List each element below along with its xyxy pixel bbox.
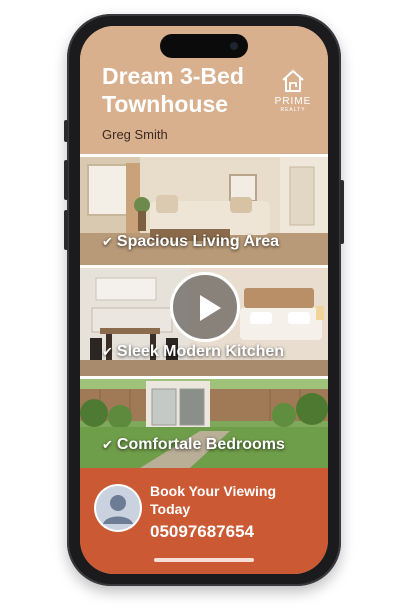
camera-icon bbox=[230, 42, 238, 50]
checkmark-icon: ✔ bbox=[102, 344, 113, 359]
brand-logo: PRIME REALTY bbox=[268, 68, 318, 113]
power-button bbox=[340, 180, 344, 244]
play-icon bbox=[200, 295, 221, 321]
feature-caption: ✔ Spacious Living Area bbox=[102, 233, 279, 251]
feature-label: Comfortale Bedrooms bbox=[116, 436, 285, 453]
photo-living-room[interactable]: ✔ Spacious Living Area bbox=[80, 157, 328, 266]
listing-title: Dream 3-Bed Townhouse bbox=[102, 63, 244, 117]
feature-label: Spacious Living Area bbox=[116, 233, 280, 250]
garden-image bbox=[80, 379, 328, 468]
feature-label: Sleek Modern Kitchen bbox=[116, 343, 285, 360]
user-avatar-icon bbox=[94, 484, 142, 532]
home-indicator[interactable] bbox=[154, 558, 254, 562]
logo-tagline: REALTY bbox=[280, 107, 306, 113]
contact-footer: Book Your Viewing Today 05097687654 bbox=[80, 468, 328, 574]
checkmark-icon: ✔ bbox=[102, 234, 113, 249]
feature-caption: ✔ Sleek Modern Kitchen bbox=[102, 343, 284, 361]
volume-up-button bbox=[64, 160, 68, 200]
phone-number-link[interactable]: 05097687654 bbox=[150, 522, 254, 542]
feature-caption: ✔ Comfortale Bedrooms bbox=[102, 436, 285, 454]
checkmark-icon: ✔ bbox=[102, 437, 113, 452]
agent-name: Greg Smith bbox=[102, 127, 168, 142]
book-viewing-cta[interactable]: Book Your Viewing Today bbox=[150, 482, 320, 518]
phone-screen: Dream 3-Bed Townhouse Greg Smith PRIME R… bbox=[80, 26, 328, 574]
house-icon bbox=[282, 69, 304, 92]
photo-garden[interactable]: ✔ Comfortale Bedrooms bbox=[80, 379, 328, 468]
volume-down-button bbox=[64, 210, 68, 250]
dynamic-island bbox=[160, 34, 248, 58]
logo-name: PRIME bbox=[274, 96, 312, 107]
mute-switch bbox=[64, 120, 68, 142]
play-video-button[interactable] bbox=[170, 272, 240, 342]
